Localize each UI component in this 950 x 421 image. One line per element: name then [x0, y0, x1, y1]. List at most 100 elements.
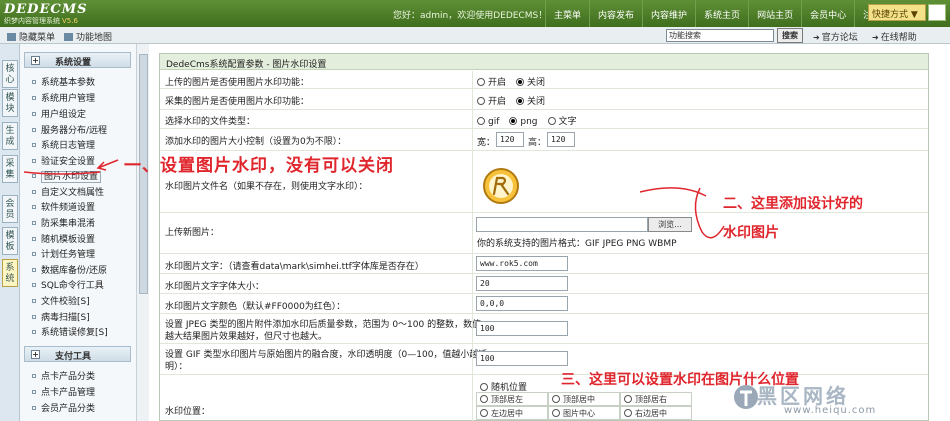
map-icon	[64, 33, 73, 41]
sidebar-item[interactable]: 随机模板设置	[32, 232, 95, 245]
jpeg-quality-input[interactable]: 100	[476, 321, 568, 336]
logo-subtitle: 织梦内容管理系统	[4, 17, 60, 25]
tab-module[interactable]: 模块	[2, 89, 18, 117]
row-size-limit: 添加水印的图片大小控制（设置为0为不限）： 宽： 120 高： 120	[160, 129, 928, 151]
arrow-right-icon: ➜	[813, 33, 820, 42]
position-middle-right[interactable]: 右边居中	[620, 406, 692, 420]
expand-icon: +	[31, 350, 40, 359]
row-font-color: 水印图片文字颜色（默认#FF0000为红色）： 0,0,0	[160, 294, 928, 314]
position-top-center[interactable]: 顶部居中	[548, 392, 620, 406]
row-file-type: 选择水印的文件类型： gif png 文字	[160, 110, 928, 129]
quick-menu-button[interactable]: 快捷方式 ▼	[868, 4, 926, 21]
sidebar-scrollbar[interactable]	[136, 44, 149, 421]
row-font-size: 水印图片文字字体大小： 20	[160, 274, 928, 294]
annotation-step-one: 一、设置图片水印，没有可以关闭	[124, 156, 394, 176]
sidebar-item[interactable]: 系统用户管理	[32, 91, 95, 104]
type-png-radio[interactable]: png	[509, 117, 538, 127]
font-color-input[interactable]: 0,0,0	[476, 296, 568, 311]
nav-main-menu[interactable]: 主菜单	[545, 0, 589, 27]
search-button[interactable]: 搜索	[777, 28, 803, 43]
watermark-preview-image	[483, 168, 519, 204]
sidebar-item[interactable]: 文件校验[S]	[32, 294, 90, 307]
row-collect-watermark: 采集的图片是否使用图片水印功能： 开启 关闭	[160, 89, 928, 110]
hide-menu-link[interactable]: 隐藏菜单	[7, 30, 55, 43]
width-label: 宽：	[477, 138, 496, 148]
nav-site-home[interactable]: 网站主页	[748, 0, 801, 27]
position-top-left[interactable]: 顶部居左	[476, 392, 548, 406]
sidebar-item[interactable]: 点卡产品分类	[32, 369, 95, 382]
forum-link[interactable]: ➜ 官方论坛	[813, 30, 858, 43]
hide-menu-icon	[7, 33, 16, 41]
nav-system-home[interactable]: 系统主页	[695, 0, 748, 27]
height-label: 高：	[528, 138, 547, 148]
tab-core[interactable]: 核心	[2, 60, 18, 88]
sidebar-item[interactable]: 服务器分布/远程	[32, 123, 107, 136]
watermark-text-input[interactable]: www.rok5.com	[476, 256, 568, 271]
sidebar-item[interactable]: 系统基本参数	[32, 75, 95, 88]
tab-template[interactable]: 模板	[2, 227, 18, 255]
top-nav: 主菜单 内容发布 内容维护 系统主页 网站主页 会员中心 注销	[545, 0, 889, 27]
row-watermark-text: 水印图片文字：（请查看data\mark\simhei.ttf字体库是否存在） …	[160, 254, 928, 274]
logo-version: V5.6	[62, 17, 78, 25]
sidebar-item[interactable]: 会员产品分类	[32, 401, 95, 414]
position-middle-left[interactable]: 左边居中	[476, 406, 548, 420]
tab-system[interactable]: 系统	[2, 259, 18, 287]
position-center[interactable]: 图片中心	[548, 406, 620, 420]
sidebar-item[interactable]: SQL命令行工具	[32, 278, 104, 291]
nav-member-center[interactable]: 会员中心	[801, 0, 854, 27]
width-input[interactable]: 120	[496, 132, 524, 147]
row-jpeg-quality: 设置 JPEG 类型的图片附件添加水印后质量参数，范围为 0～100 的整数，数…	[160, 314, 928, 344]
dedecms-logo: DEDECMS 织梦内容管理系统 V5.6	[4, 2, 88, 25]
sidebar-item[interactable]: 系统日志管理	[32, 138, 95, 151]
row-upload-watermark: 上传的图片是否使用图片水印功能： 开启 关闭	[160, 71, 928, 89]
sidebar-item-watermark[interactable]: 图片水印设置	[32, 169, 102, 183]
annotation-step-two: 二、这里添加设计好的 水印图片	[723, 196, 863, 241]
sidebar-item[interactable]: 用户组设定	[32, 107, 86, 120]
panel-title: DedeCms系统配置参数 - 图片水印设置	[160, 54, 928, 70]
tab-collect[interactable]: 采集	[2, 155, 18, 183]
sidebar-item[interactable]: 防采集串混淆	[32, 216, 95, 229]
supported-formats: 你的系统支持的图片格式：GIF JPEG PNG WBMP	[477, 239, 677, 249]
window-control[interactable]	[928, 4, 946, 21]
sidebar-item[interactable]: 自定义文档属性	[32, 185, 104, 198]
gif-alpha-input[interactable]: 100	[476, 351, 568, 366]
sidebar-item[interactable]: 系统错误修复[S]	[32, 325, 108, 338]
nav-content-publish[interactable]: 内容发布	[589, 0, 642, 27]
watermark-logo-icon	[734, 385, 758, 409]
help-link[interactable]: ➜ 在线帮助	[872, 30, 917, 43]
upload-file-input[interactable]	[476, 217, 648, 232]
function-map-link[interactable]: 功能地图	[64, 30, 112, 43]
sidebar-item[interactable]: 点卡产品管理	[32, 385, 95, 398]
sidebar-item[interactable]: 软件频道设置	[32, 200, 95, 213]
expand-icon: +	[31, 56, 40, 65]
site-watermark: 黑区网络 www.heiqu.com	[705, 378, 945, 421]
sidebar-section-payment[interactable]: + 支付工具	[24, 346, 131, 362]
upload-wm-off-radio[interactable]: 关闭	[516, 78, 545, 88]
position-top-right[interactable]: 顶部居右	[620, 392, 692, 406]
sub-toolbar: 隐藏菜单 功能地图 功能搜索 搜索 ➜ 官方论坛 ➜ 在线帮助	[0, 27, 950, 44]
vertical-tabs: 核心 模块 生成 采集 会员 模板 系统	[0, 44, 20, 421]
collect-wm-on-radio[interactable]: 开启	[477, 97, 506, 107]
sidebar-item[interactable]: 数据库备份/还原	[32, 263, 107, 276]
top-bar: DEDECMS 织梦内容管理系统 V5.6 您好：admin，欢迎使用DEDECM…	[0, 0, 950, 27]
welcome-text: 您好：admin，欢迎使用DEDECMS！	[393, 11, 548, 21]
chevron-down-icon: ▼	[910, 10, 918, 20]
sidebar-item[interactable]: 验证安全设置	[32, 154, 95, 167]
sidebar-item[interactable]: 计划任务管理	[32, 247, 95, 260]
font-size-input[interactable]: 20	[476, 276, 568, 291]
tab-member[interactable]: 会员	[2, 195, 18, 223]
nav-content-maintain[interactable]: 内容维护	[642, 0, 695, 27]
collect-wm-off-radio[interactable]: 关闭	[516, 97, 545, 107]
height-input[interactable]: 120	[547, 132, 575, 147]
sidebar-item[interactable]: 病毒扫描[S]	[32, 310, 90, 323]
upload-wm-on-radio[interactable]: 开启	[477, 78, 506, 88]
function-search-input[interactable]: 功能搜索	[666, 29, 774, 42]
browse-button[interactable]: 浏览...	[648, 217, 692, 232]
type-text-radio[interactable]: 文字	[547, 117, 577, 127]
sidebar: + 系统设置 系统基本参数 系统用户管理 用户组设定 服务器分布/远程 系统日志管…	[20, 44, 136, 421]
tab-generate[interactable]: 生成	[2, 122, 18, 150]
arrow-right-icon: ➜	[872, 33, 879, 42]
row-gif-alpha: 设置 GIF 类型水印图片与原始图片的融合度，水印透明度（0—100，值越小越透…	[160, 344, 928, 375]
sidebar-section-system[interactable]: + 系统设置	[24, 52, 131, 68]
type-gif-radio[interactable]: gif	[477, 117, 499, 127]
